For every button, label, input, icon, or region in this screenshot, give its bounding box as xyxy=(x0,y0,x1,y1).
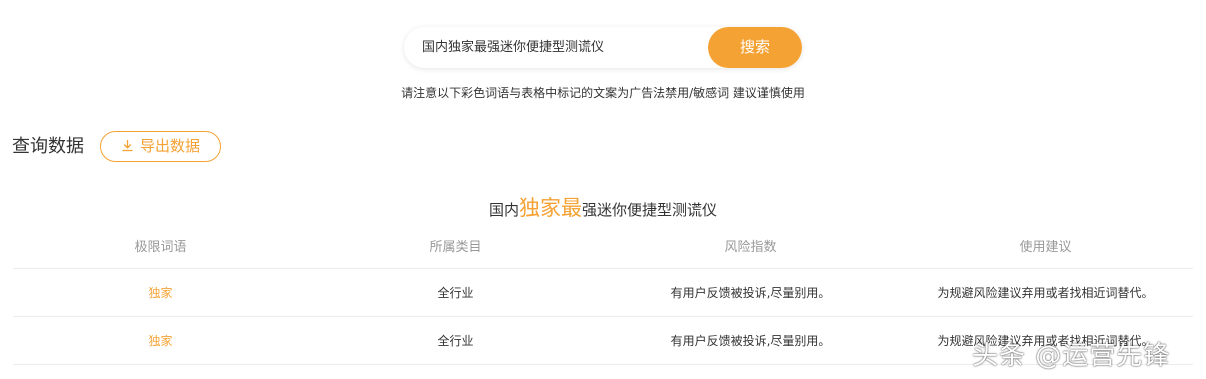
search-input[interactable] xyxy=(404,27,707,68)
table-header: 极限词语 所属类目 风险指数 使用建议 xyxy=(13,236,1193,255)
export-button-label: 导出数据 xyxy=(139,137,200,155)
table-row: 独家 全行业 有用户反馈被投诉,尽量别用。 为规避风险建议弃用或者找相近词替代。 xyxy=(13,285,1193,301)
divider xyxy=(13,268,1193,269)
export-button[interactable]: 导出数据 xyxy=(100,131,221,162)
header-usage-advice: 使用建议 xyxy=(1019,240,1072,255)
cell-advice: 为规避风险建议弃用或者找相近词替代。 xyxy=(937,286,1154,300)
header-category: 所属类目 xyxy=(429,240,482,255)
cell-word: 独家 xyxy=(148,334,173,348)
header-limit-word: 极限词语 xyxy=(134,240,187,255)
search-button[interactable]: 搜索 xyxy=(708,27,802,68)
notice-text: 请注意以下彩色词语与表格中标记的文案为广告法禁用/敏感词 建议谨慎使用 xyxy=(401,86,805,100)
cell-word: 独家 xyxy=(148,286,173,300)
cell-category: 全行业 xyxy=(437,286,474,300)
section-title: 查询数据 xyxy=(12,136,84,157)
cell-risk: 有用户反馈被投诉,尽量别用。 xyxy=(670,286,831,300)
header-risk-index: 风险指数 xyxy=(724,240,777,255)
phrase-title: 国内独家最强迷你便捷型测谎仪 xyxy=(0,192,1206,222)
phrase-before: 国内 xyxy=(488,201,519,219)
phrase-after: 强迷你便捷型测谎仪 xyxy=(582,201,718,219)
cell-category: 全行业 xyxy=(437,334,474,348)
divider xyxy=(13,316,1193,317)
cell-risk: 有用户反馈被投诉,尽量别用。 xyxy=(670,334,831,348)
phrase-highlight: 独家最 xyxy=(519,196,582,220)
search-bar: 搜索 xyxy=(404,27,802,68)
watermark: 头条 @运营先锋 xyxy=(972,341,1171,371)
download-icon xyxy=(122,140,133,152)
